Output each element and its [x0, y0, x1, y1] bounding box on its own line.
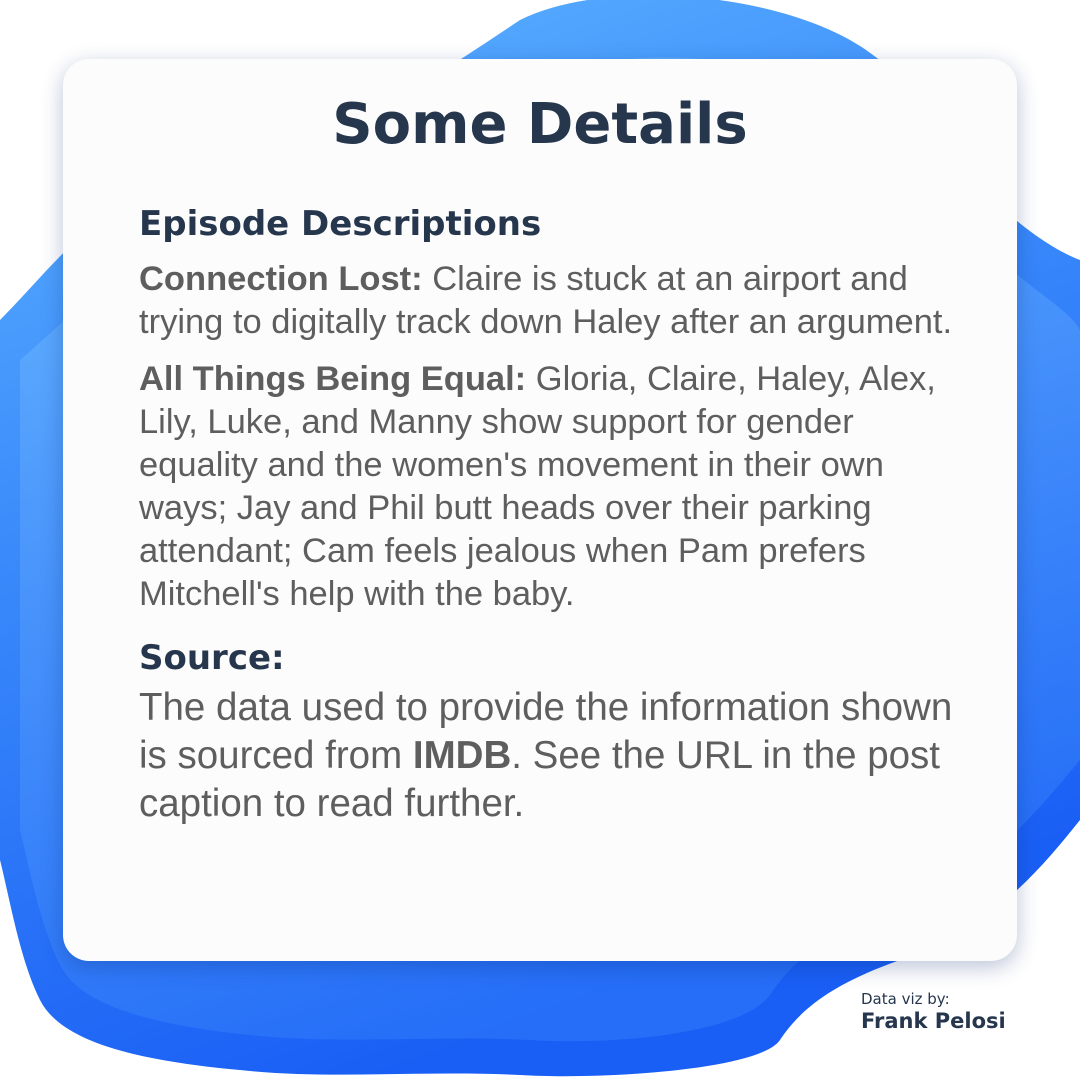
episode-name: All Things Being Equal:: [139, 360, 527, 398]
episode-name: Connection Lost:: [139, 260, 423, 298]
details-content: Episode Descriptions Connection Lost: Cl…: [139, 202, 959, 828]
credit-author-name: Frank Pelosi: [861, 1009, 1006, 1033]
source-description: The data used to provide the information…: [139, 684, 959, 828]
page-title: Some Details: [332, 92, 748, 157]
episode-description-connection-lost: Connection Lost: Claire is stuck at an a…: [139, 258, 959, 344]
credit-label: Data viz by:: [861, 990, 950, 1008]
source-highlight: IMDB: [412, 734, 512, 777]
episode-description-all-things-being-equal: All Things Being Equal: Gloria, Claire, …: [139, 358, 959, 616]
author-credit: Data viz by: Frank Pelosi: [861, 990, 1006, 1034]
source-heading: Source:: [139, 638, 285, 678]
episode-descriptions-heading: Episode Descriptions: [139, 204, 542, 244]
